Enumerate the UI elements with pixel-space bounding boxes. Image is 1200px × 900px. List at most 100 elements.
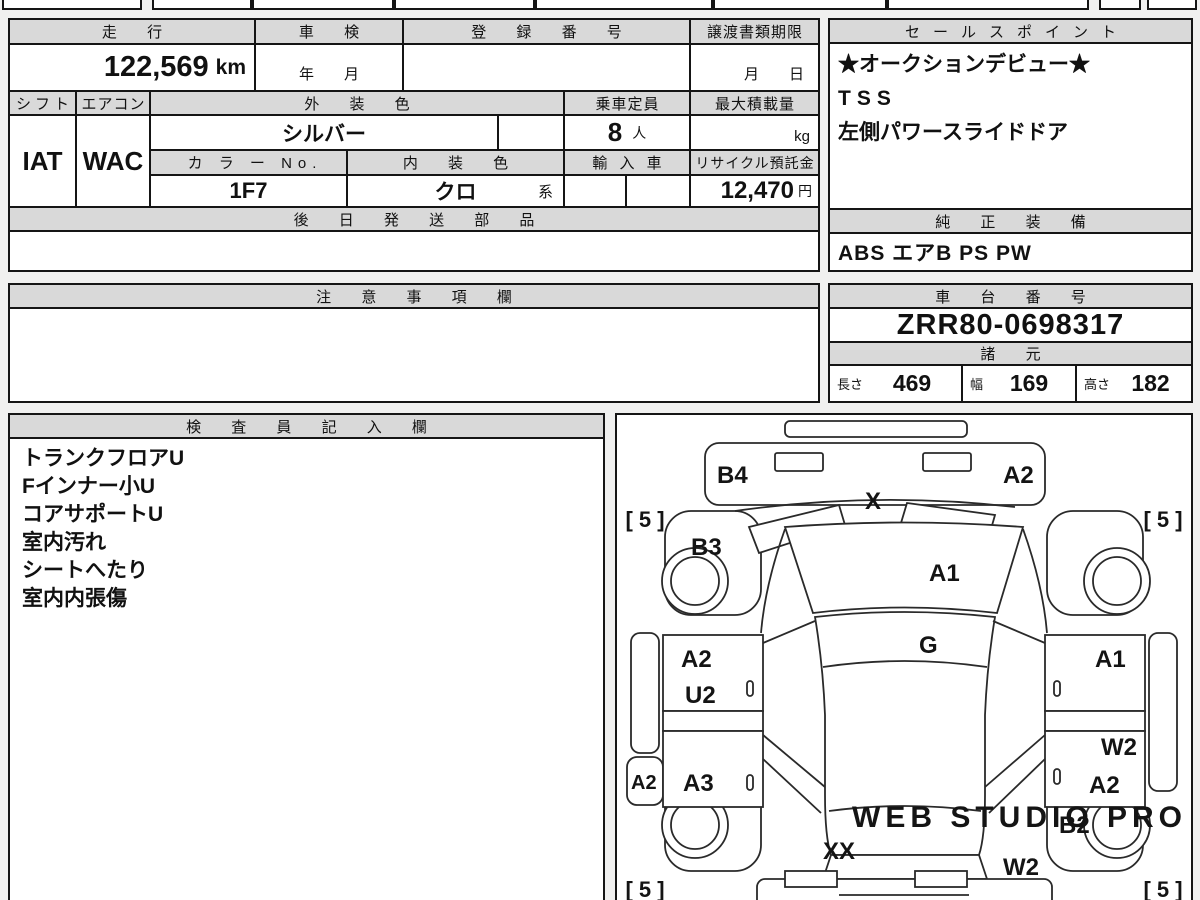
headlight-left <box>774 452 824 472</box>
chassis-value: ZRR80-0698317 <box>830 309 1191 341</box>
top-row-cell <box>887 0 1089 10</box>
inspector-note-line: トランクフロアU <box>22 447 185 470</box>
later-parts-value <box>10 232 818 270</box>
spec-width-value: 169 <box>1009 370 1049 396</box>
top-row-cell <box>1099 0 1141 10</box>
specs-header: 諸 元 <box>830 343 1191 364</box>
damage-label-left-front-fender: B3 <box>691 534 722 561</box>
rear-left-wheel-inner <box>670 800 720 850</box>
inspector-note-line: Fインナー小U <box>22 475 155 498</box>
capacity-number: 8 <box>607 117 623 147</box>
later-parts-header: 後 日 発 送 部 品 <box>10 208 818 230</box>
vehicle-info-table: 走 行 車 検 登 録 番 号 譲渡書類期限 122,569 km 年 月 月 日… <box>8 18 820 272</box>
damage-diagram-box: WEB STUDIO PRO B4 A2 X B3 A1 G A2 U2 A1 … <box>615 413 1193 900</box>
damage-label-left-front-door-upper: A2 <box>681 646 712 673</box>
color-no-header: カ ラ ー No. <box>151 151 346 174</box>
top-row-cell <box>394 0 535 10</box>
notes-box: 注 意 事 項 欄 <box>8 283 820 403</box>
damage-label-right-rear-door-lower: A2 <box>1089 772 1120 799</box>
exterior-color-header: 外 装 色 <box>151 92 563 114</box>
right-b-pillar <box>1044 710 1146 732</box>
top-row-cell <box>713 0 887 10</box>
recycle-fee-value: 12,470 円 <box>691 176 818 206</box>
sales-point-line: ★オークションデビュー★ <box>838 53 1090 76</box>
interior-color-name: クロ <box>434 181 477 204</box>
right-rear-door-handle <box>1053 768 1061 785</box>
import-car-value-2 <box>627 176 689 206</box>
genuine-equipment-header: 純 正 装 備 <box>830 210 1191 232</box>
spec-width: 幅 169 <box>963 366 1075 401</box>
spec-length-label: 長さ <box>837 377 864 392</box>
top-row-cell <box>152 0 252 10</box>
windshield <box>783 521 1025 614</box>
damage-label-cowl: X <box>865 488 881 515</box>
watermark: WEB STUDIO PRO <box>852 801 1187 834</box>
inspector-note-line: シートへたり <box>22 559 148 582</box>
headlight-right <box>922 452 972 472</box>
left-front-door-handle <box>746 680 754 697</box>
capacity-unit: 人 <box>632 124 647 141</box>
front-plate-bar <box>784 420 968 438</box>
inspector-notes-header: 検 査 員 記 入 欄 <box>10 415 603 437</box>
recycle-fee-unit: 円 <box>798 183 812 199</box>
notes-header: 注 意 事 項 欄 <box>10 285 818 307</box>
a-pillar-right <box>1022 528 1048 634</box>
inspector-notes-body: トランクフロアU Fインナー小U コアサポートU 室内汚れ シートへたり 室内内… <box>10 439 603 900</box>
tire-grade-rear-right: [ 5 ] <box>1143 877 1182 900</box>
import-car-header: 輸 入 車 <box>565 151 689 174</box>
sales-point-line: 左側パワースライドドア <box>838 121 1068 144</box>
inspector-note-line: コアサポートU <box>22 503 164 526</box>
damage-label-front-bumper-left: B4 <box>717 462 748 489</box>
front-right-wheel-inner <box>1092 556 1142 606</box>
genuine-equipment-value: ABS エアB PS PW <box>830 234 1191 270</box>
tire-grade-rear-left: [ 5 ] <box>625 877 664 900</box>
car-top-view-diagram: WEB STUDIO PRO B4 A2 X B3 A1 G A2 U2 A1 … <box>625 420 1187 900</box>
damage-label-front-bumper-right: A2 <box>1003 462 1034 489</box>
rear-lamp-left <box>784 870 838 888</box>
damage-label-left-rear-door: A3 <box>683 770 714 797</box>
top-row-cell <box>252 0 394 10</box>
damage-label-left-front-door-lower: U2 <box>685 682 716 709</box>
inspector-notes-box: 検 査 員 記 入 欄 トランクフロアU Fインナー小U コアサポートU 室内汚… <box>8 413 605 900</box>
damage-label-left-rocker: A2 <box>631 772 657 794</box>
mileage-value: 122,569 km <box>10 45 254 90</box>
mileage-unit: km <box>215 55 246 79</box>
inspector-note-line: 室内内張傷 <box>22 587 127 610</box>
damage-label-roof-front: G <box>919 632 938 659</box>
exterior-color-extra <box>499 116 563 149</box>
transfer-deadline-value: 月 日 <box>691 45 818 90</box>
capacity-value: 8人 <box>565 116 689 149</box>
interior-color-suffix: 系 <box>537 183 553 201</box>
registration-value <box>404 45 689 90</box>
sales-point-box: セールスポイント ★オークションデビュー★ TSS 左側パワースライドドア 純 … <box>828 18 1193 272</box>
right-rocker-rail <box>1148 632 1178 792</box>
interior-color-value: クロ 系 <box>348 176 563 206</box>
tire-grade-front-right: [ 5 ] <box>1143 507 1182 532</box>
notes-body <box>10 309 818 401</box>
front-left-wheel-inner <box>670 556 720 606</box>
chassis-header: 車 台 番 号 <box>830 285 1191 307</box>
shift-header: シフト <box>10 92 75 114</box>
inspector-note-line: 室内汚れ <box>22 531 106 554</box>
registration-header: 登 録 番 号 <box>404 20 689 43</box>
left-rear-door-handle <box>746 774 754 791</box>
damage-label-right-front-door: A1 <box>1095 646 1126 673</box>
spec-width-label: 幅 <box>970 377 984 392</box>
aircon-value: WAC <box>77 116 149 206</box>
color-no-value: 1F7 <box>151 176 346 206</box>
spec-length-value: 469 <box>892 370 932 396</box>
inspection-header: 車 検 <box>256 20 402 43</box>
damage-label-windshield: A1 <box>929 560 960 587</box>
chassis-box: 車 台 番 号 ZRR80-0698317 諸 元 長さ 469 幅 169 高… <box>828 283 1193 403</box>
top-row-cell <box>2 0 142 10</box>
mileage-number: 122,569 <box>103 51 209 83</box>
auction-sheet: { "colors": { "header_bg": "#d9d9d9", "b… <box>0 0 1200 900</box>
rear-lamp-right <box>914 870 968 888</box>
left-b-pillar <box>662 710 764 732</box>
recycle-fee-number: 12,470 <box>720 177 794 204</box>
spec-length: 長さ 469 <box>830 366 961 401</box>
max-load-value: kg <box>691 116 818 149</box>
exterior-color-value: シルバー <box>151 116 497 149</box>
shift-value: IAT <box>10 116 75 206</box>
damage-label-rear-gate: XX <box>823 838 855 865</box>
